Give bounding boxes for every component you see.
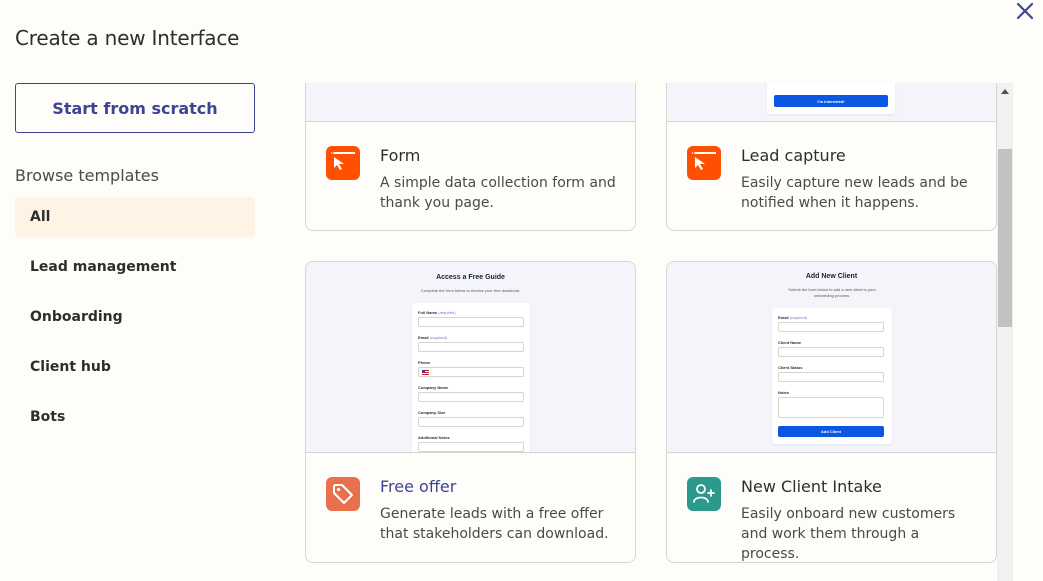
preview-subheading: Complete the form below to receive your … bbox=[420, 288, 521, 293]
preview-field-label: Notes bbox=[778, 390, 790, 395]
add-user-icon bbox=[693, 484, 715, 503]
preview-field-label: Company Name bbox=[418, 385, 449, 390]
preview-field-input bbox=[418, 317, 524, 327]
card-icon-box bbox=[326, 146, 360, 180]
category-bots[interactable]: Bots bbox=[15, 397, 255, 437]
category-onboarding[interactable]: Onboarding bbox=[15, 297, 255, 337]
preview-field-label: Email (required) bbox=[778, 315, 808, 320]
preview-field-label: Client Name bbox=[778, 340, 802, 345]
card-description: Generate leads with a free offer that st… bbox=[380, 506, 609, 542]
card-description: A simple data collection form and thank … bbox=[380, 175, 616, 211]
preview-textarea bbox=[778, 397, 884, 418]
card-title: Form bbox=[380, 146, 421, 165]
category-lead-management[interactable]: Lead management bbox=[15, 247, 255, 287]
template-grid: Form A simple data collection form and t… bbox=[290, 83, 1013, 581]
card-icon-box bbox=[326, 477, 360, 511]
create-interface-dialog: Create a new Interface Start from scratc… bbox=[0, 0, 1043, 581]
preview-field-label: Phone bbox=[418, 360, 431, 365]
template-category-nav: All Lead management Onboarding Client hu… bbox=[15, 197, 255, 447]
preview-heading: Access a Free Guide bbox=[436, 274, 505, 281]
preview-form: Full Name (required) Email (required) Ph… bbox=[412, 303, 530, 452]
browse-templates-heading: Browse templates bbox=[15, 166, 159, 185]
vertical-scrollbar[interactable] bbox=[997, 83, 1013, 581]
preview-form: I'm interested! bbox=[767, 83, 895, 114]
close-icon bbox=[1016, 2, 1034, 20]
preview-field-input bbox=[778, 347, 884, 357]
card-icon-box bbox=[687, 146, 721, 180]
preview-field-input bbox=[778, 322, 884, 332]
preview-submit-button: Add Client bbox=[778, 426, 884, 437]
preview-heading: Add New Client bbox=[805, 273, 858, 280]
preview-field-label: Additional Notes bbox=[418, 435, 450, 440]
preview-field-input bbox=[418, 392, 524, 402]
preview-field-input bbox=[418, 442, 524, 452]
dialog-title: Create a new Interface bbox=[15, 26, 240, 50]
preview-select-input bbox=[418, 417, 524, 427]
preview-form: Email (required) Client Name Client Stat… bbox=[772, 308, 892, 444]
preview-subheading: Submit the form below to add a new clien… bbox=[788, 287, 876, 298]
card-title: Lead capture bbox=[741, 146, 846, 165]
template-card-lead-capture[interactable]: I'm interested! Lead capture Easily capt… bbox=[666, 83, 997, 231]
preview-submit-button: I'm interested! bbox=[774, 95, 888, 107]
template-preview bbox=[306, 83, 635, 122]
card-description: Easily onboard new customers and work th… bbox=[741, 506, 956, 562]
template-preview: Add New Client Submit the form below to … bbox=[667, 262, 996, 453]
tag-icon bbox=[333, 484, 353, 504]
preview-field-label: Full Name (required) bbox=[418, 310, 456, 315]
preview-field-input bbox=[418, 342, 524, 352]
preview-field-label: Company Size bbox=[418, 410, 446, 415]
preview-field-label: Email (required) bbox=[418, 335, 448, 340]
category-client-hub[interactable]: Client hub bbox=[15, 347, 255, 387]
template-card-form[interactable]: Form A simple data collection form and t… bbox=[305, 83, 636, 231]
card-description: Easily capture new leads and be notified… bbox=[741, 175, 968, 211]
template-preview: Access a Free Guide Complete the form be… bbox=[306, 262, 635, 453]
close-button[interactable] bbox=[1012, 0, 1038, 24]
card-icon-box bbox=[687, 477, 721, 511]
scrollbar-thumb[interactable] bbox=[998, 149, 1012, 327]
start-from-scratch-button[interactable]: Start from scratch bbox=[15, 83, 255, 133]
cursor-window-icon bbox=[331, 152, 355, 170]
card-title: Free offer bbox=[380, 477, 457, 496]
template-preview: I'm interested! bbox=[667, 83, 996, 122]
scroll-up-button[interactable] bbox=[997, 83, 1013, 99]
template-card-free-offer[interactable]: Access a Free Guide Complete the form be… bbox=[305, 261, 636, 563]
template-card-new-client-intake[interactable]: Add New Client Submit the form below to … bbox=[666, 261, 997, 563]
card-title: New Client Intake bbox=[741, 477, 882, 496]
cursor-window-icon bbox=[692, 152, 716, 170]
us-flag-icon bbox=[422, 370, 429, 375]
category-all[interactable]: All bbox=[15, 197, 255, 237]
preview-select-input bbox=[778, 372, 884, 382]
preview-phone-input bbox=[418, 367, 524, 377]
triangle-up-icon bbox=[1001, 89, 1009, 94]
preview-field-label: Client Status bbox=[778, 365, 803, 370]
